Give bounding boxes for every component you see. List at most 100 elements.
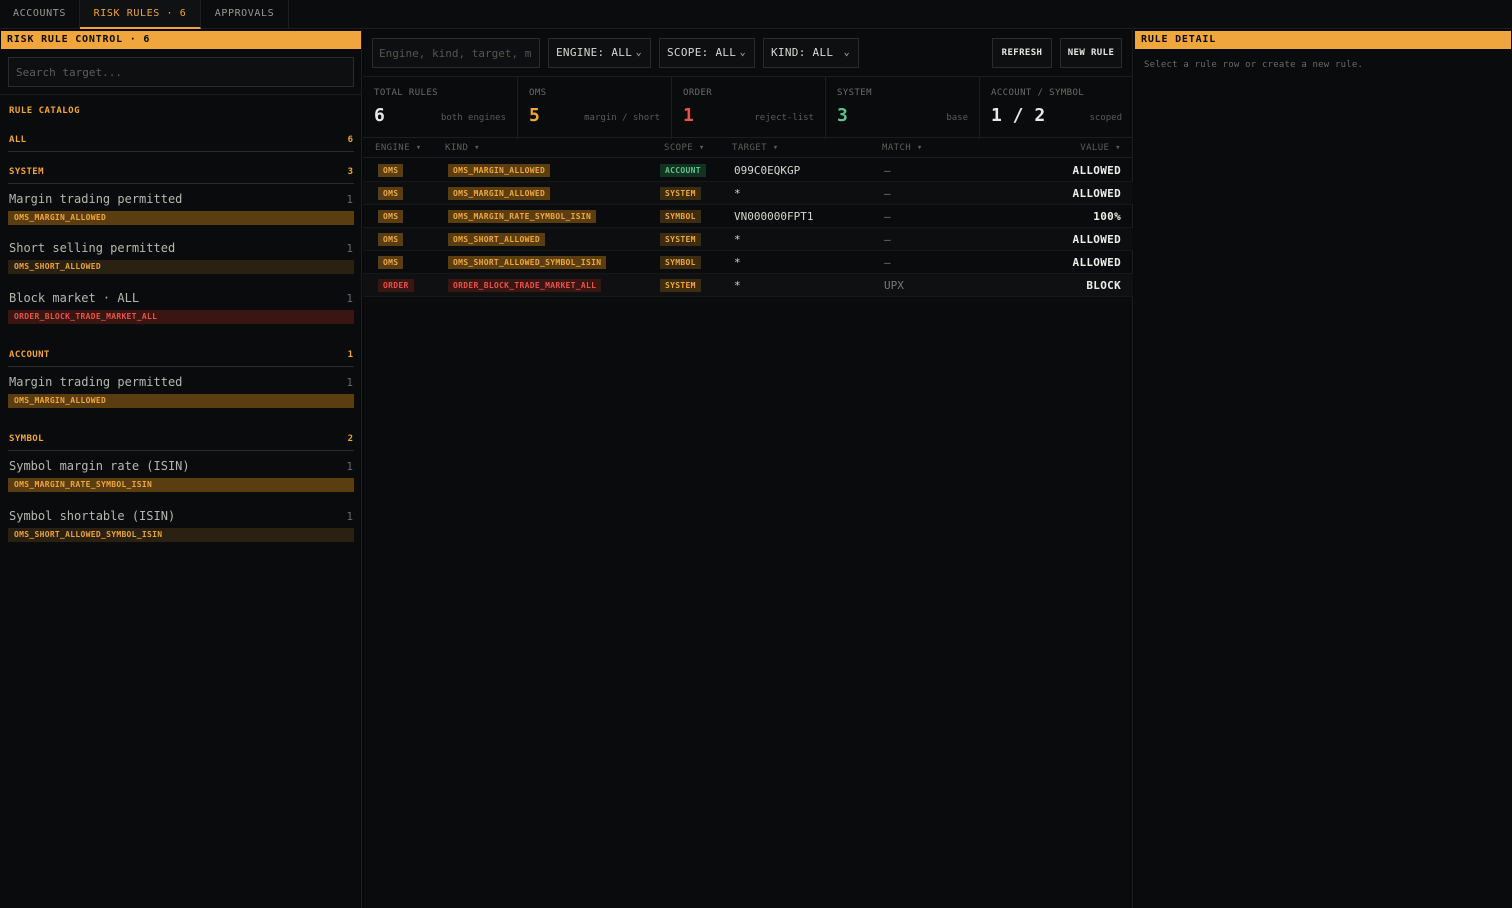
stat-value: 1 xyxy=(683,105,694,126)
catalog-all-count: 6 xyxy=(347,135,353,145)
value-cell: BLOCK xyxy=(1086,279,1121,292)
top-tab-bar: ACCOUNTS RISK RULES · 6 APPROVALS xyxy=(0,0,1512,29)
group-label: SYMBOL xyxy=(9,434,44,444)
group-count: 2 xyxy=(347,434,353,444)
col-kind[interactable]: KIND ▾ xyxy=(445,143,480,153)
refresh-button[interactable]: REFRESH xyxy=(992,38,1052,68)
rule-count: 1 xyxy=(346,376,353,389)
stat-title: ACCOUNT / SYMBOL xyxy=(991,88,1085,98)
stat-value: 1 / 2 xyxy=(991,105,1046,126)
catalog-title: RULE CATALOG xyxy=(9,106,81,116)
rule-name: Block market · ALL xyxy=(9,291,140,305)
value-cell: ALLOWED xyxy=(1072,233,1121,246)
target-cell: * xyxy=(734,187,741,200)
catalog-item[interactable]: Block market · ALL 1 ORDER_BLOCK_TRADE_M… xyxy=(0,291,362,337)
kind-chip: OMS_SHORT_ALLOWED_SYMBOL_ISIN xyxy=(448,256,607,269)
catalog-item[interactable]: Margin trading permitted 1 OMS_MARGIN_AL… xyxy=(0,192,362,238)
col-match[interactable]: MATCH ▾ xyxy=(882,143,923,153)
kind-chip: ORDER_BLOCK_TRADE_MARKET_ALL xyxy=(448,279,602,292)
catalog-item[interactable]: Symbol margin rate (ISIN) 1 OMS_MARGIN_R… xyxy=(0,459,362,505)
table-row[interactable]: OMS OMS_MARGIN_RATE_SYMBOL_ISIN SYMBOL V… xyxy=(363,205,1133,228)
scope-chip: SYMBOL xyxy=(660,256,701,269)
match-cell: — xyxy=(884,187,891,200)
engine-filter-value: ENGINE: ALL xyxy=(556,46,633,59)
target-cell: * xyxy=(734,279,741,292)
stat-title: TOTAL RULES xyxy=(374,88,439,98)
stat-sub: scoped xyxy=(1089,113,1122,123)
target-cell: * xyxy=(734,256,741,269)
catalog-item[interactable]: Symbol shortable (ISIN) 1 OMS_SHORT_ALLO… xyxy=(0,509,362,555)
stat-system: SYSTEM 3 base xyxy=(826,77,980,139)
engine-chip: ORDER xyxy=(378,279,414,292)
chevron-down-icon: ⌄ xyxy=(843,47,850,58)
kind-chip: OMS_MARGIN_ALLOWED xyxy=(448,187,551,200)
col-target[interactable]: TARGET ▾ xyxy=(732,143,779,153)
catalog-group-account[interactable]: ACCOUNT 1 xyxy=(0,347,362,367)
kind-chip: OMS_SHORT_ALLOWED xyxy=(448,233,545,246)
rule-name: Symbol margin rate (ISIN) xyxy=(9,459,190,473)
col-scope[interactable]: SCOPE ▾ xyxy=(664,143,705,153)
engine-chip: OMS xyxy=(378,210,404,223)
tab-approvals[interactable]: APPROVALS xyxy=(201,0,289,29)
stat-value: 5 xyxy=(529,105,540,126)
match-cell: UPX xyxy=(884,279,904,292)
catalog-item[interactable]: Margin trading permitted 1 OMS_MARGIN_AL… xyxy=(0,375,362,421)
scope-chip: SYMBOL xyxy=(660,210,701,223)
group-label: SYSTEM xyxy=(9,167,44,177)
stat-title: SYSTEM xyxy=(837,88,872,98)
engine-filter-dropdown[interactable]: ENGINE: ALL ⌄ xyxy=(548,38,651,68)
match-cell: — xyxy=(884,233,891,246)
match-cell: — xyxy=(884,164,891,177)
catalog-group-system[interactable]: SYSTEM 3 xyxy=(0,164,362,184)
engine-chip: OMS xyxy=(378,233,404,246)
catalog-item[interactable]: Short selling permitted 1 OMS_SHORT_ALLO… xyxy=(0,241,362,287)
tab-risk-rules[interactable]: RISK RULES · 6 xyxy=(80,0,201,29)
scope-filter-dropdown[interactable]: SCOPE: ALL ⌄ xyxy=(659,38,755,68)
table-row[interactable]: OMS OMS_SHORT_ALLOWED_SYMBOL_ISIN SYMBOL… xyxy=(363,251,1133,274)
engine-chip: OMS xyxy=(378,164,404,177)
stat-sub: base xyxy=(946,113,968,123)
table-row[interactable]: OMS OMS_SHORT_ALLOWED SYSTEM * — ALLOWED xyxy=(363,228,1133,251)
filter-input[interactable] xyxy=(372,38,540,68)
scope-chip: SYSTEM xyxy=(660,187,701,200)
rules-table-panel: ENGINE: ALL ⌄ SCOPE: ALL ⌄ KIND: ALL ⌄ R… xyxy=(363,30,1133,908)
new-rule-button[interactable]: NEW RULE xyxy=(1060,38,1122,68)
scope-chip: SYSTEM xyxy=(660,279,701,292)
table-row[interactable]: ORDER ORDER_BLOCK_TRADE_MARKET_ALL SYSTE… xyxy=(363,274,1133,297)
chevron-down-icon: ⌄ xyxy=(635,47,642,58)
value-cell: 100% xyxy=(1093,210,1121,223)
kind-chip: OMS_MARGIN_RATE_SYMBOL_ISIN xyxy=(448,210,597,223)
table-row[interactable]: OMS OMS_MARGIN_ALLOWED ACCOUNT 099C0EQKG… xyxy=(363,159,1133,182)
tab-accounts[interactable]: ACCOUNTS xyxy=(0,0,80,29)
divider xyxy=(0,94,362,95)
kind-chip: OMS_MARGIN_ALLOWED xyxy=(448,164,551,177)
group-count: 3 xyxy=(347,167,353,177)
panel-title: RISK RULE CONTROL · 6 xyxy=(1,31,361,49)
target-cell: 099C0EQKGP xyxy=(734,164,801,177)
value-cell: ALLOWED xyxy=(1072,164,1121,177)
group-count: 1 xyxy=(347,350,353,360)
rule-name: Symbol shortable (ISIN) xyxy=(9,509,176,523)
match-cell: — xyxy=(884,256,891,269)
rule-code: OMS_MARGIN_ALLOWED xyxy=(8,211,354,225)
rule-catalog-panel: RISK RULE CONTROL · 6 RULE CATALOG ALL 6… xyxy=(0,30,362,908)
rule-code: OMS_SHORT_ALLOWED xyxy=(8,260,354,274)
empty-state-hint: Select a rule row or create a new rule. xyxy=(1144,60,1364,70)
kind-filter-dropdown[interactable]: KIND: ALL ⌄ xyxy=(763,38,859,68)
rule-count: 1 xyxy=(346,292,353,305)
stat-title: ORDER xyxy=(683,88,713,98)
scope-filter-value: SCOPE: ALL xyxy=(667,46,737,59)
rule-name: Short selling permitted xyxy=(9,241,176,255)
table-row[interactable]: OMS OMS_MARGIN_ALLOWED SYSTEM * — ALLOWE… xyxy=(363,182,1133,205)
catalog-all-label: ALL xyxy=(9,135,27,145)
search-target-input[interactable] xyxy=(8,57,354,87)
catalog-all[interactable]: ALL 6 xyxy=(0,132,362,152)
stat-account-symbol: ACCOUNT / SYMBOL 1 / 2 scoped xyxy=(980,77,1133,139)
col-value[interactable]: VALUE ▾ xyxy=(1080,143,1121,153)
catalog-group-symbol[interactable]: SYMBOL 2 xyxy=(0,431,362,451)
rule-code: OMS_MARGIN_RATE_SYMBOL_ISIN xyxy=(8,478,354,492)
rule-detail-panel: RULE DETAIL Select a rule row or create … xyxy=(1134,30,1512,908)
scope-chip: ACCOUNT xyxy=(660,164,706,177)
col-engine[interactable]: ENGINE ▾ xyxy=(375,143,422,153)
chevron-down-icon: ⌄ xyxy=(739,47,746,58)
